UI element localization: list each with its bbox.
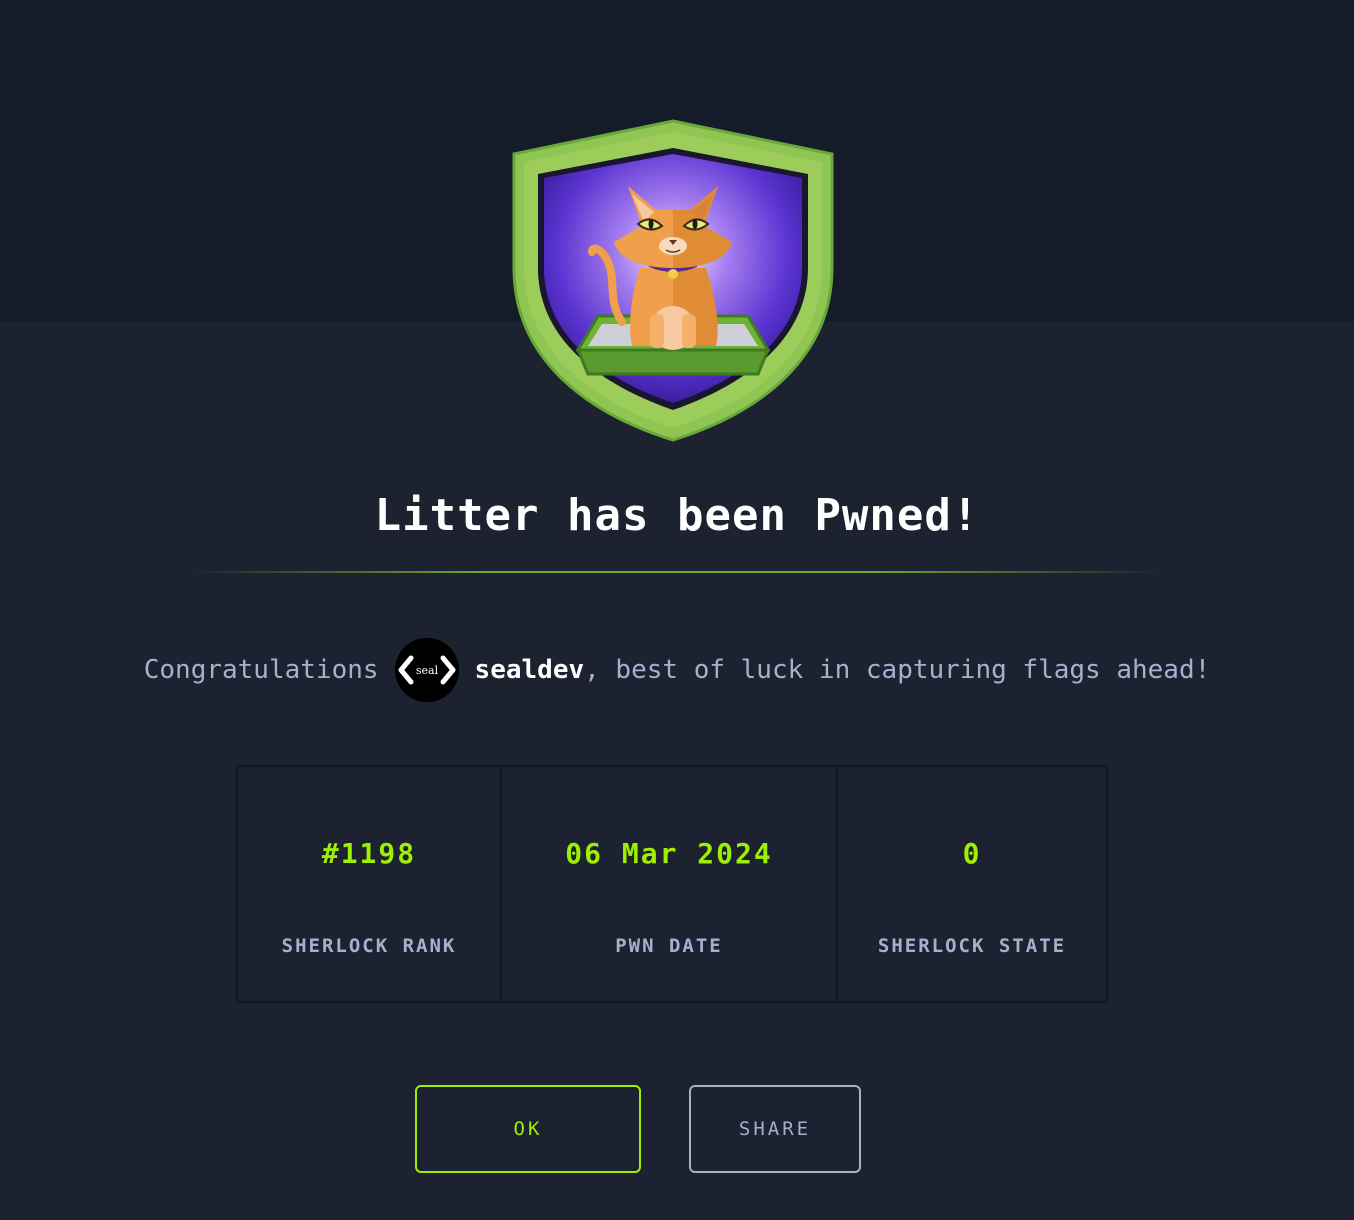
- pwned-dialog: Litter has been Pwned! Congratulations s…: [0, 0, 1354, 1220]
- stat-sherlock-state: 0 SHERLOCK STATE: [836, 767, 1106, 1001]
- seal-avatar-icon: seal: [394, 638, 459, 702]
- avatar[interactable]: seal: [394, 638, 459, 702]
- congrats-prefix: Congratulations: [143, 655, 379, 685]
- congrats-message: Congratulations seal sealdev , best of l…: [0, 636, 1354, 704]
- stat-label: SHERLOCK STATE: [877, 935, 1067, 957]
- stat-pwn-date: 06 Mar 2024 PWN DATE: [500, 767, 836, 1001]
- litter-cat-shield-badge-icon: [512, 119, 834, 442]
- ok-button[interactable]: OK: [415, 1085, 641, 1173]
- stat-sherlock-rank: #1198 SHERLOCK RANK: [238, 767, 500, 1001]
- stat-value: 0: [962, 837, 982, 870]
- page-title: Litter has been Pwned!: [374, 490, 980, 541]
- stat-value: 06 Mar 2024: [565, 837, 773, 870]
- title-divider: [190, 571, 1164, 573]
- congrats-suffix: , best of luck in capturing flags ahead!: [584, 655, 1211, 685]
- stats-panel: #1198 SHERLOCK RANK 06 Mar 2024 PWN DATE…: [236, 765, 1108, 1003]
- stat-label: SHERLOCK RANK: [281, 935, 457, 957]
- svg-text:seal: seal: [415, 664, 438, 677]
- stat-value: #1198: [321, 837, 417, 870]
- share-button[interactable]: SHARE: [689, 1085, 861, 1173]
- username-link[interactable]: sealdev: [475, 655, 585, 685]
- stat-label: PWN DATE: [615, 935, 723, 957]
